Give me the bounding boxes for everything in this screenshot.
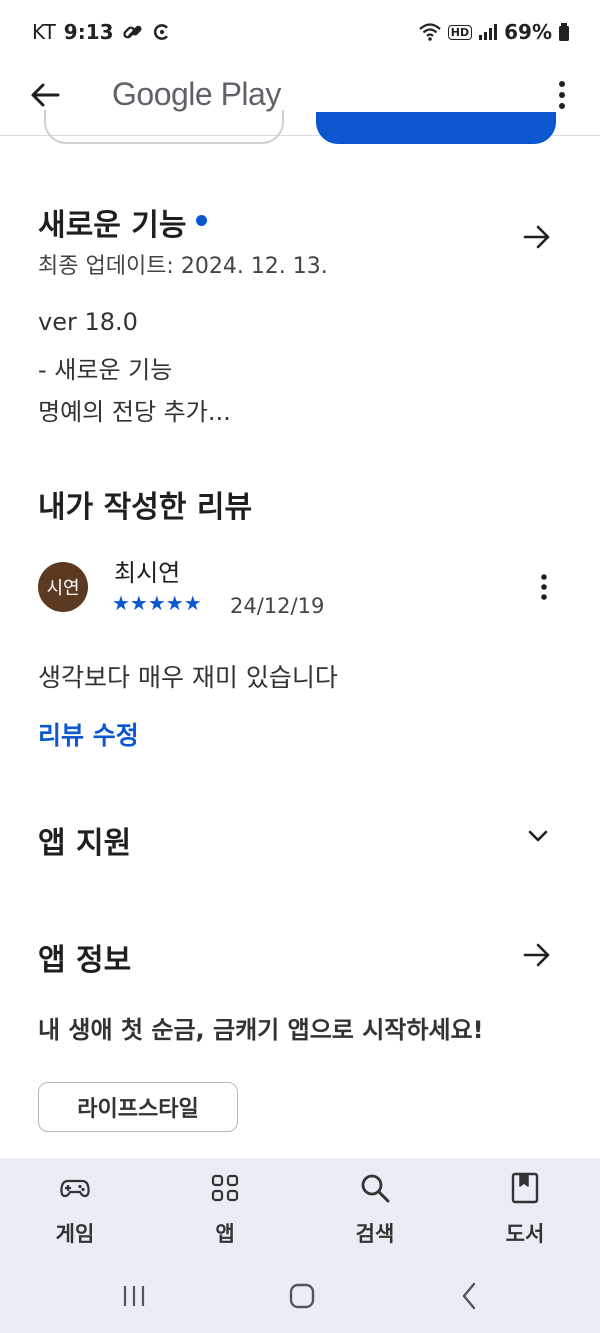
bottom-navigation: 게임 앱 검색 도서 <box>0 1158 600 1262</box>
avatar: 시연 <box>38 562 88 612</box>
nav-item-search[interactable]: 검색 <box>315 1158 435 1262</box>
last-updated: 최종 업데이트: 2024. 12. 13. <box>38 254 328 279</box>
app-info-title[interactable]: 앱 정보 <box>38 935 131 979</box>
review-more-icon[interactable] <box>538 572 550 602</box>
whats-new-arrow-icon[interactable] <box>522 222 552 252</box>
home-icon[interactable] <box>284 1280 320 1312</box>
nav-label-apps: 앱 <box>215 1222 235 1246</box>
app-support-title[interactable]: 앱 지원 <box>38 818 131 862</box>
book-icon <box>511 1172 539 1204</box>
partial-secondary-button[interactable] <box>44 110 284 144</box>
app-info-arrow-icon[interactable] <box>522 940 552 970</box>
app-description: 내 생애 첫 순금, 금캐기 앱으로 시작하세요! <box>38 1016 484 1044</box>
edit-review-link[interactable]: 리뷰 수정 <box>38 716 139 752</box>
avatar-text: 시연 <box>46 578 80 599</box>
battery-icon <box>559 23 569 41</box>
nav-item-games[interactable]: 게임 <box>15 1158 135 1262</box>
more-options-icon[interactable] <box>554 78 570 112</box>
app-bar-title: Google Play <box>112 76 281 112</box>
status-bar: KT 9:13 HD 69% <box>0 0 600 68</box>
whats-new-title-text: 새로운 기능 <box>38 208 187 243</box>
reviewer-name: 최시연 <box>114 559 181 587</box>
carrier-label: KT <box>32 20 56 44</box>
nav-label-search: 검색 <box>355 1222 395 1246</box>
chevron-down-icon[interactable] <box>526 824 550 848</box>
apps-grid-icon <box>211 1174 239 1202</box>
category-chip[interactable]: 라이프스타일 <box>38 1082 238 1132</box>
whats-new-line-2: - 새로운 기능 <box>38 356 173 384</box>
star-rating: ★★★★★ <box>112 591 202 615</box>
status-right: HD 69% <box>418 20 570 44</box>
search-icon <box>361 1174 390 1203</box>
battery-percent: 69% <box>504 20 552 44</box>
nav-item-books[interactable]: 도서 <box>465 1158 585 1262</box>
link-icon <box>122 25 142 39</box>
sync-icon <box>153 24 168 40</box>
back-arrow-icon[interactable] <box>28 78 62 112</box>
review-date: 24/12/19 <box>230 594 325 618</box>
category-chip-label: 라이프스타일 <box>77 1097 199 1122</box>
my-review-title: 내가 작성한 리뷰 <box>38 490 253 525</box>
nav-label-books: 도서 <box>505 1222 545 1246</box>
whats-new-line-1: ver 18.0 <box>38 308 138 336</box>
hd-voice-icon: HD <box>447 24 473 40</box>
signal-icon <box>479 24 498 40</box>
partial-primary-button[interactable] <box>316 112 556 144</box>
clock: 9:13 <box>63 20 114 44</box>
review-text: 생각보다 매우 재미 있습니다 <box>38 663 338 692</box>
gamepad-icon <box>60 1179 90 1198</box>
wifi-icon <box>419 23 441 41</box>
status-left: KT 9:13 <box>32 20 172 44</box>
whats-new-line-3: 명예의 전당 추가... <box>38 398 231 426</box>
system-navigation-bar <box>0 1262 600 1333</box>
nav-label-games: 게임 <box>55 1222 95 1246</box>
nav-item-apps[interactable]: 앱 <box>165 1158 285 1262</box>
new-indicator-dot <box>196 215 208 226</box>
system-back-icon[interactable] <box>452 1280 488 1312</box>
recent-apps-icon[interactable] <box>116 1280 152 1312</box>
whats-new-title[interactable]: 새로운 기능 <box>38 200 208 244</box>
